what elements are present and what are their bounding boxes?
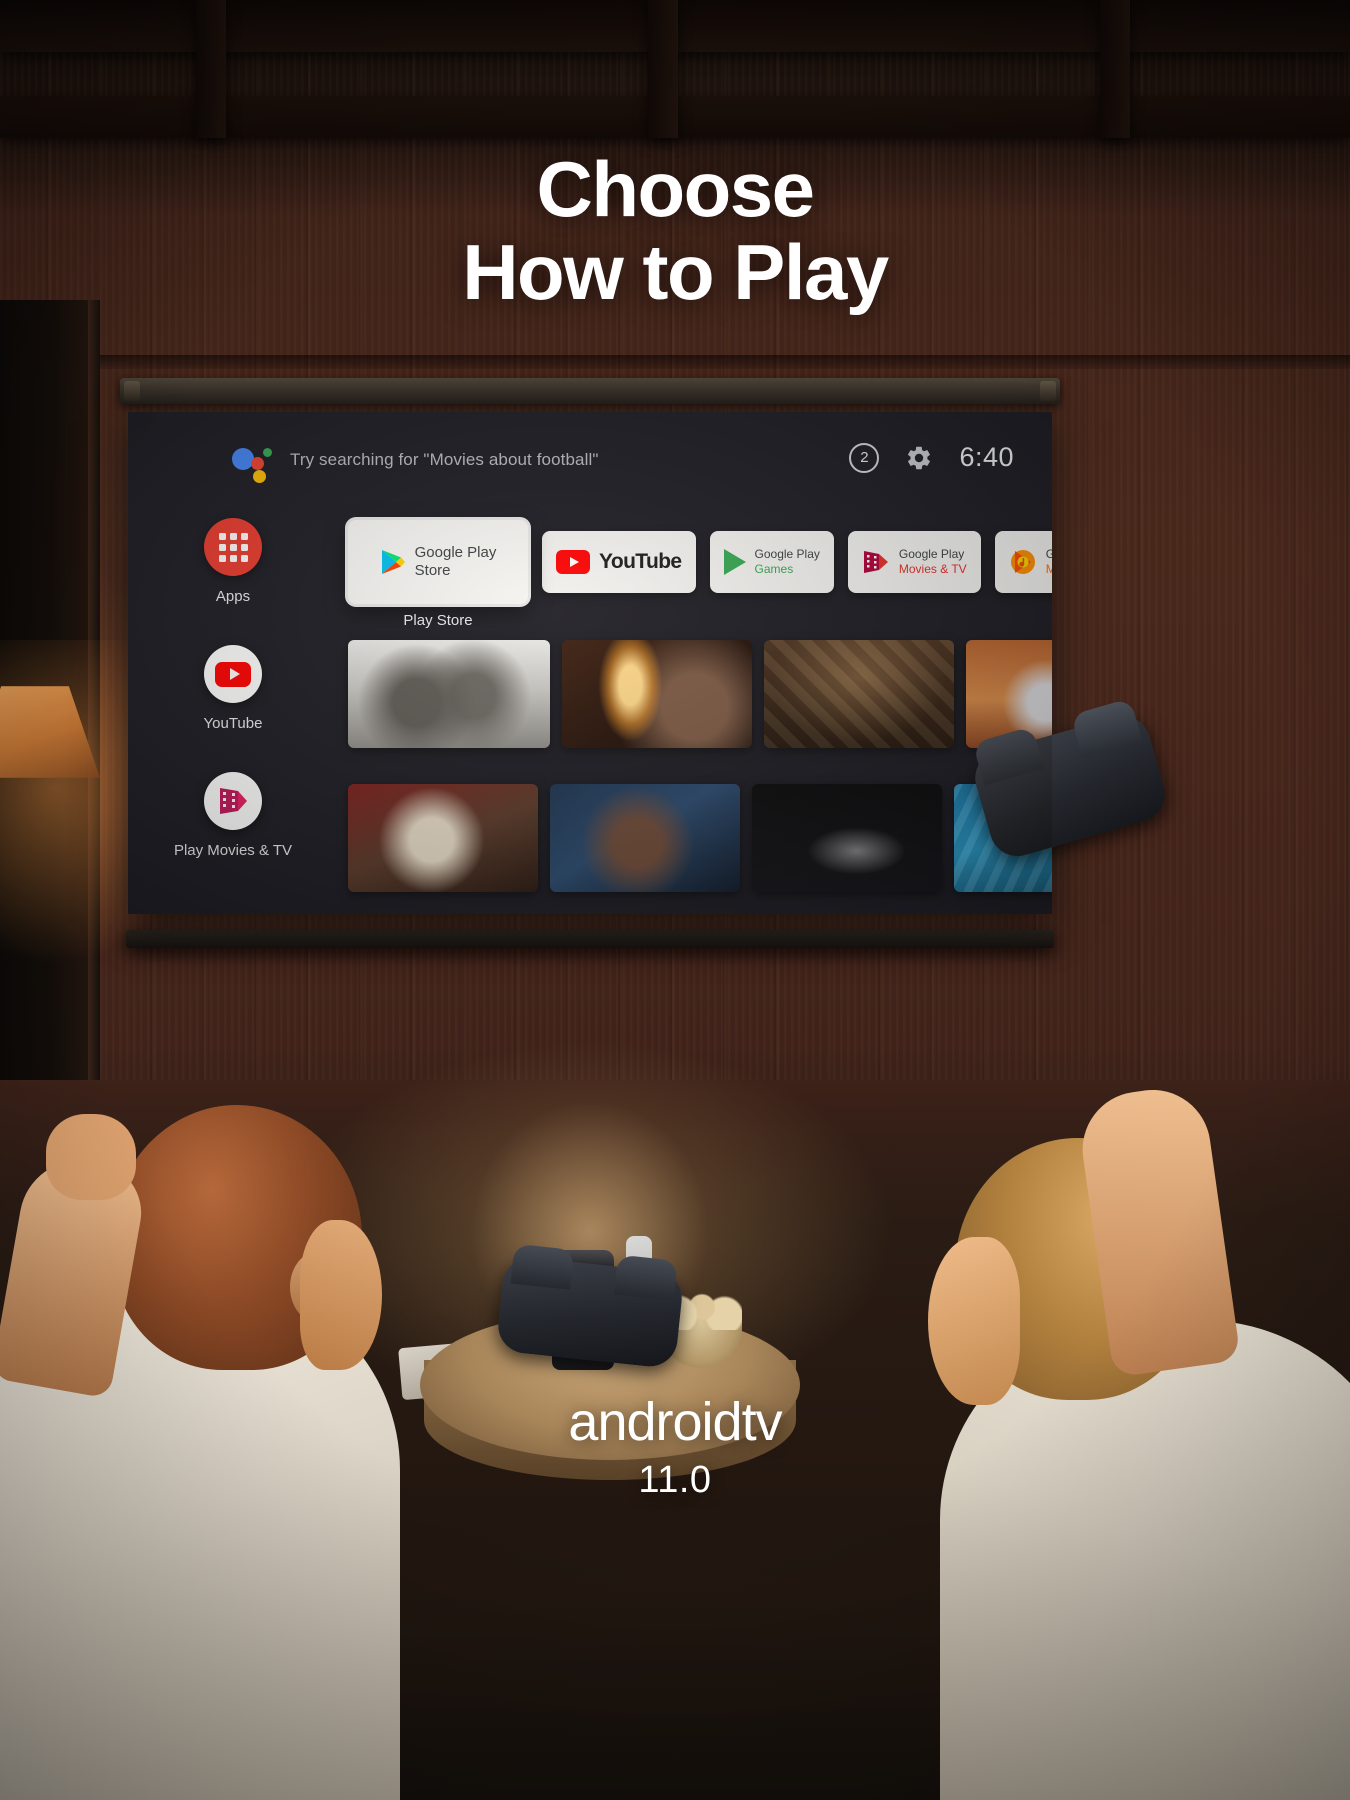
search-hint-text[interactable]: Try searching for "Movies about football… bbox=[290, 450, 598, 470]
headline-line-2: How to Play bbox=[462, 227, 889, 316]
status-icons: 2 6:40 bbox=[849, 442, 1014, 473]
assistant-dot-blue bbox=[232, 448, 254, 470]
play-games-line-1: Google Play bbox=[754, 547, 820, 562]
assistant-dot-red bbox=[251, 457, 264, 470]
focused-app-label: Play Store bbox=[403, 612, 473, 629]
rail-label-play-movies: Play Movies & TV bbox=[173, 842, 293, 859]
apps-grid-icon bbox=[204, 518, 262, 576]
app-card-play-store[interactable]: Google Play Store Play Store bbox=[348, 520, 528, 629]
rail-item-apps[interactable]: Apps bbox=[128, 518, 338, 605]
thumbnail-office-man[interactable] bbox=[348, 784, 538, 892]
projector-screen: Try searching for "Movies about football… bbox=[120, 378, 1060, 948]
notification-badge[interactable]: 2 bbox=[849, 442, 880, 473]
play-games-line-2: Games bbox=[754, 562, 794, 576]
play-music-line-2: Music bbox=[1045, 562, 1052, 576]
app-rail: Apps YouTube Play Movies & TV bbox=[128, 504, 338, 914]
play-movies-line-1: Google Play bbox=[898, 547, 965, 562]
app-card-play-movies-tv[interactable]: Google Play Movies & TV bbox=[847, 531, 981, 593]
gear-icon[interactable] bbox=[905, 444, 933, 472]
app-card-play-games[interactable]: Google Play Games bbox=[709, 531, 834, 593]
android-tv-version: 11.0 bbox=[638, 1459, 712, 1501]
roller-cap-left bbox=[124, 381, 140, 401]
ceiling-beam-center bbox=[648, 0, 678, 138]
clock: 6:40 bbox=[959, 442, 1014, 472]
page-title: Choose How to Play bbox=[0, 148, 1350, 313]
youtube-icon bbox=[204, 645, 262, 703]
apps-row: Google Play Store Play Store YouTube Goo… bbox=[348, 520, 1052, 629]
thumbnail-fish-underwater[interactable] bbox=[954, 784, 1052, 892]
youtube-wordmark: YouTube bbox=[599, 550, 682, 573]
play-music-line-1: Google Play bbox=[1045, 547, 1052, 562]
thumbnail-singer[interactable] bbox=[550, 784, 740, 892]
app-card-youtube[interactable]: YouTube bbox=[542, 531, 696, 593]
youtube-icon bbox=[556, 550, 590, 574]
brand-lockup: androidtv 11.0 bbox=[0, 1391, 1350, 1502]
thumbnail-knights[interactable] bbox=[348, 640, 550, 748]
play-store-line-1: Google Play bbox=[414, 543, 497, 561]
rail-item-youtube[interactable]: YouTube bbox=[128, 645, 338, 732]
ceiling-beam-right bbox=[1100, 0, 1130, 138]
thumbnail-desert-astronaut[interactable] bbox=[966, 640, 1052, 748]
android-tv-wordmark: androidtv bbox=[568, 1392, 782, 1452]
thumbnail-piano-dark[interactable] bbox=[752, 784, 942, 892]
google-assistant-icon[interactable] bbox=[232, 446, 272, 483]
headline-line-1: Choose bbox=[536, 145, 815, 233]
tv-status-bar: Try searching for "Movies about football… bbox=[128, 412, 1052, 504]
thumbnail-torch-girl[interactable] bbox=[562, 640, 752, 748]
screen-bottom-weight bbox=[126, 930, 1054, 948]
app-card-play-music[interactable]: Google Play Music bbox=[994, 531, 1052, 593]
play-movies-line-2: Movies & TV bbox=[898, 562, 967, 576]
android-tv-home: Try searching for "Movies about football… bbox=[128, 412, 1052, 914]
play-store-icon bbox=[380, 548, 406, 576]
play-store-line-2: Store bbox=[414, 562, 451, 579]
assistant-dot-yellow bbox=[253, 470, 266, 483]
rail-label-apps: Apps bbox=[215, 588, 251, 605]
content-row-2 bbox=[348, 784, 1052, 892]
thumbnail-saloon[interactable] bbox=[764, 640, 954, 748]
assistant-dot-green bbox=[263, 448, 272, 457]
roller-cap-right bbox=[1040, 381, 1056, 401]
play-music-icon bbox=[1009, 548, 1037, 576]
wall-seam bbox=[0, 355, 1350, 369]
play-movies-icon bbox=[204, 772, 262, 830]
ceiling-beam-left bbox=[196, 0, 226, 138]
content-row-1 bbox=[348, 640, 1052, 748]
play-movies-icon bbox=[862, 549, 890, 575]
screen-top-roller bbox=[120, 378, 1060, 404]
rail-label-youtube: YouTube bbox=[203, 715, 263, 732]
play-games-icon bbox=[723, 549, 746, 575]
rail-item-play-movies[interactable]: Play Movies & TV bbox=[128, 772, 338, 859]
